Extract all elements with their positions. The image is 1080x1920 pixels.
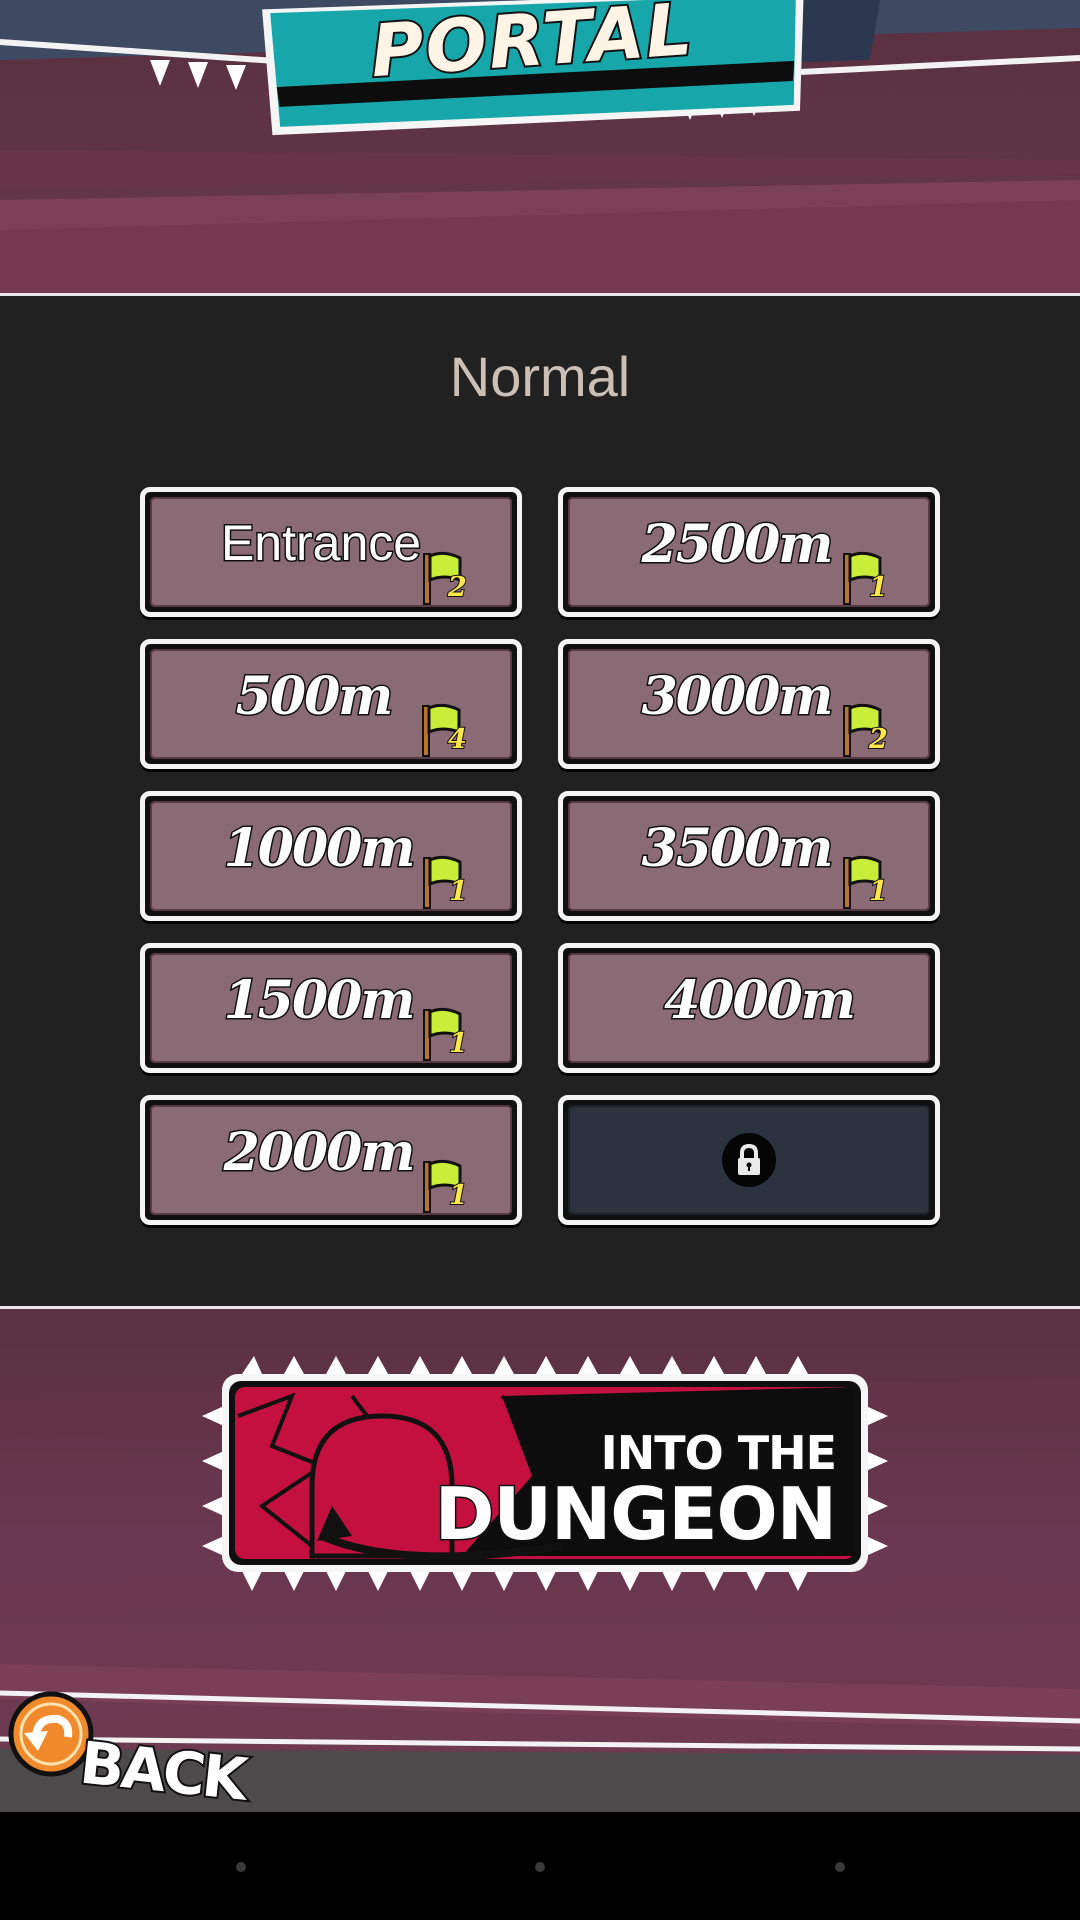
- system-navigation-bar: [0, 1812, 1080, 1920]
- level-button-1000m[interactable]: 1000m 1: [140, 791, 522, 921]
- footer-banner: INTO THE DUNGEON BACK: [0, 1309, 1080, 1812]
- level-button-2500m[interactable]: 2500m 1: [558, 487, 940, 617]
- flag-count: 1: [448, 1027, 469, 1060]
- flag-count: 2: [447, 571, 468, 604]
- into-the-dungeon-button[interactable]: INTO THE DUNGEON: [202, 1356, 888, 1591]
- nav-back-dot[interactable]: [236, 1862, 246, 1872]
- level-button-entrance[interactable]: Entrance 2: [140, 487, 522, 617]
- nav-home-dot[interactable]: [535, 1862, 545, 1872]
- flag-count: 1: [868, 571, 889, 604]
- flag-count: 1: [448, 1179, 469, 1212]
- difficulty-label: Normal: [449, 345, 631, 408]
- header-banner: PORTAL: [0, 0, 1080, 293]
- level-button-locked[interactable]: [558, 1095, 940, 1225]
- back-button[interactable]: BACK: [6, 1681, 250, 1812]
- level-button-4000m[interactable]: 4000m: [558, 943, 940, 1073]
- level-button-3500m[interactable]: 3500m 1: [558, 791, 940, 921]
- flag-count: 1: [448, 875, 469, 908]
- flag-count: 4: [447, 723, 468, 756]
- nav-recents-dot[interactable]: [835, 1862, 845, 1872]
- level-button-500m[interactable]: 500m 4: [140, 639, 522, 769]
- flag-count: 1: [868, 875, 889, 908]
- level-select-panel: Normal Entrance 2 2500m 1 500m 4 3000m 2…: [0, 293, 1080, 1309]
- level-label: 4000m: [663, 969, 858, 1033]
- level-button-1500m[interactable]: 1500m 1: [140, 943, 522, 1073]
- level-button-2000m[interactable]: 2000m 1: [140, 1095, 522, 1225]
- flag-count: 2: [868, 723, 889, 756]
- lock-icon: [722, 1133, 776, 1187]
- dungeon-button-line2: DUNGEON: [433, 1471, 838, 1558]
- portal-title-plate: PORTAL: [256, 0, 810, 137]
- level-button-3000m[interactable]: 3000m 2: [558, 639, 940, 769]
